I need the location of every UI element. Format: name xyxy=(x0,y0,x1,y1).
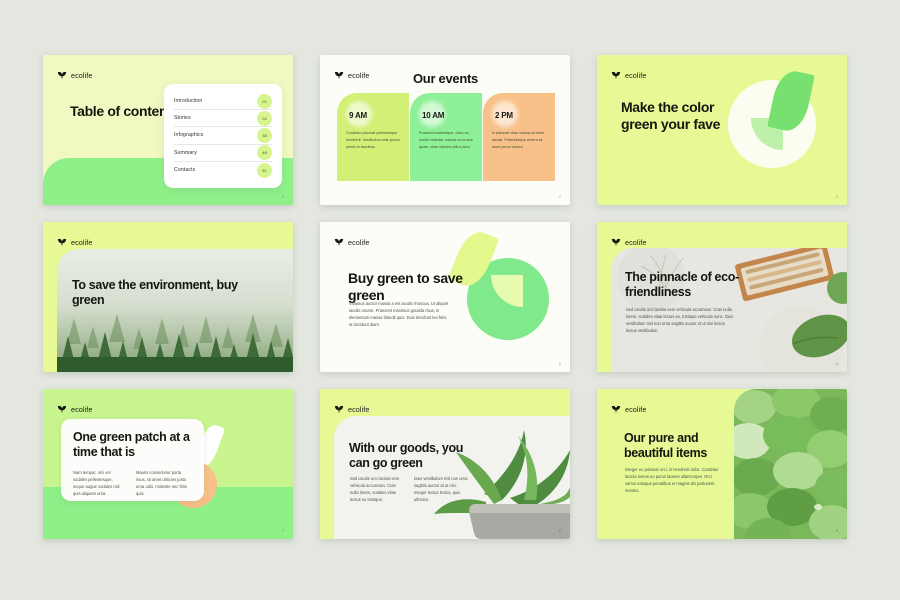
event-description: In placerat vitae massa sit amet iaculis… xyxy=(492,131,544,150)
body-text: Integer eu pulvinar orci, in hendrerit d… xyxy=(625,467,719,494)
toc-item-label: Summary xyxy=(174,149,197,156)
slide-make-the-color-green[interactable]: ecolife Make the color green your fave 3 xyxy=(597,55,847,205)
page-title: Our pure and beautiful items xyxy=(624,431,707,461)
page-number: 8 xyxy=(558,528,561,533)
toc-item[interactable]: Infographics 38 xyxy=(174,127,272,145)
leaf-sprout-icon xyxy=(611,238,621,246)
brand-name: ecolife xyxy=(625,404,647,414)
event-time: 10 AM xyxy=(422,111,445,120)
event-card[interactable]: 2 PM In placerat vitae massa sit amet ia… xyxy=(483,93,555,181)
brand-logo: ecolife xyxy=(611,70,646,80)
toc-item-label: Infographics xyxy=(174,132,204,139)
page-number: 9 xyxy=(835,528,838,533)
brand-logo: ecolife xyxy=(57,404,92,414)
slide-to-save-the-environment[interactable]: ecolife To save the environment, buy gre… xyxy=(43,222,293,372)
page-title: Our events xyxy=(413,71,478,86)
text-columns: Nam tempor, orci vel sodales pellentesqu… xyxy=(73,469,192,498)
page-number: 6 xyxy=(835,361,838,366)
event-description: Curabitur placerat pellentesque hendreri… xyxy=(346,131,400,150)
page-number: 7 xyxy=(281,528,284,533)
event-card[interactable]: 9 AM Curabitur placerat pellentesque hen… xyxy=(337,93,409,181)
brand-name: ecolife xyxy=(71,404,93,414)
brand-name: ecolife xyxy=(625,237,647,247)
toc-item-number: 51 xyxy=(257,162,272,178)
brand-name: ecolife xyxy=(71,237,93,247)
brand-logo: ecolife xyxy=(334,70,369,80)
text-columns: Sed iaculis orci lacinia sem vehicula ac… xyxy=(350,475,468,504)
brand-logo: ecolife xyxy=(334,404,369,414)
page-number: 3 xyxy=(835,194,838,199)
slide-with-our-goods[interactable]: ecolife With our goods, you can go green… xyxy=(320,389,570,539)
toc-item-number: 48 xyxy=(257,145,272,161)
page-title: To save the environment, buy green xyxy=(72,278,238,308)
toc-item[interactable]: Summary 48 xyxy=(174,145,272,162)
page-title: The pinnacle of eco-friendliness xyxy=(625,270,739,300)
leaf-sprout-icon xyxy=(611,405,621,413)
brand-name: ecolife xyxy=(348,70,370,80)
brand-name: ecolife xyxy=(348,404,370,414)
leaf-sprout-icon xyxy=(334,71,344,79)
brand-logo: ecolife xyxy=(611,237,646,247)
page-number: 4 xyxy=(281,361,284,366)
leaf-sprout-icon xyxy=(57,71,67,79)
brand-logo: ecolife xyxy=(57,70,92,80)
body-text-right: Mauris consectetur porta risus, sit amet… xyxy=(136,469,187,496)
event-description: Praesent scelerisque, dolor eu mollis mo… xyxy=(419,131,473,150)
page-title: One green patch at a time that is xyxy=(73,430,190,460)
events-list: 9 AM Curabitur placerat pellentesque hen… xyxy=(337,93,555,181)
toc-item-number: 38 xyxy=(257,127,272,143)
body-text: Vivamus auctor massa a est iaculis rhonc… xyxy=(349,301,449,328)
leaf-sprout-icon xyxy=(334,238,344,246)
page-title: Make the color green your fave xyxy=(621,99,721,133)
body-text-left: Nam tempor, orci vel sodales pellentesqu… xyxy=(73,469,121,496)
slide-grid: ecolife Table of contents Introduction 0… xyxy=(43,55,860,545)
green-leaves-photo xyxy=(734,389,847,539)
text-card: One green patch at a time that is Nam te… xyxy=(61,419,204,501)
brand-logo: ecolife xyxy=(334,237,369,247)
leaf-sprout-icon xyxy=(611,71,621,79)
slide-our-events[interactable]: ecolife Our events 9 AM Curabitur placer… xyxy=(320,55,570,205)
toc-card: Introduction 02 Stories 04 Infographics … xyxy=(164,84,282,188)
body-text: Sed iaculis orci lacinia sem vehicula ac… xyxy=(626,307,734,334)
forest-photo xyxy=(57,249,293,372)
page-number: 2 xyxy=(558,194,561,199)
toc-item-label: Introduction xyxy=(174,98,203,105)
toc-item[interactable]: Introduction 02 xyxy=(174,93,272,111)
toc-item[interactable]: Contacts 51 xyxy=(174,162,272,179)
event-card[interactable]: 10 AM Praesent scelerisque, dolor eu mol… xyxy=(410,93,482,181)
toc-item-number: 02 xyxy=(257,93,272,109)
page-number: 1 xyxy=(281,194,284,199)
brand-name: ecolife xyxy=(348,237,370,247)
body-text-left: Sed iaculis orci lacinia sem vehicula ac… xyxy=(350,476,400,503)
brand-logo: ecolife xyxy=(57,237,92,247)
slide-our-pure-and-beautiful-items[interactable]: ecolife Our pure and beautiful items Int… xyxy=(597,389,847,539)
slide-the-pinnacle-of-eco-friendliness[interactable]: ecolife The pinnacle of eco-friendliness… xyxy=(597,222,847,372)
slide-one-green-patch[interactable]: ecolife One green patch at a time that i… xyxy=(43,389,293,539)
toc-item-label: Contacts xyxy=(174,167,196,174)
page-number: 5 xyxy=(558,361,561,366)
body-text-right: Duis vestibulum nisl non urna sagittis a… xyxy=(414,476,468,503)
event-time: 2 PM xyxy=(495,111,513,120)
page-title: With our goods, you can go green xyxy=(349,441,464,471)
brand-logo: ecolife xyxy=(611,404,646,414)
toc-item[interactable]: Stories 04 xyxy=(174,110,272,128)
slide-table-of-contents[interactable]: ecolife Table of contents Introduction 0… xyxy=(43,55,293,205)
leaf-sprout-icon xyxy=(334,405,344,413)
slide-buy-green-to-save-green[interactable]: ecolife Buy green to save green Vivamus … xyxy=(320,222,570,372)
toc-item-label: Stories xyxy=(174,115,191,122)
event-time: 9 AM xyxy=(349,111,368,120)
leaf-sprout-icon xyxy=(57,238,67,246)
toc-item-number: 04 xyxy=(257,110,272,126)
leaf-sprout-icon xyxy=(57,405,67,413)
brand-name: ecolife xyxy=(625,70,647,80)
brand-name: ecolife xyxy=(71,70,93,80)
